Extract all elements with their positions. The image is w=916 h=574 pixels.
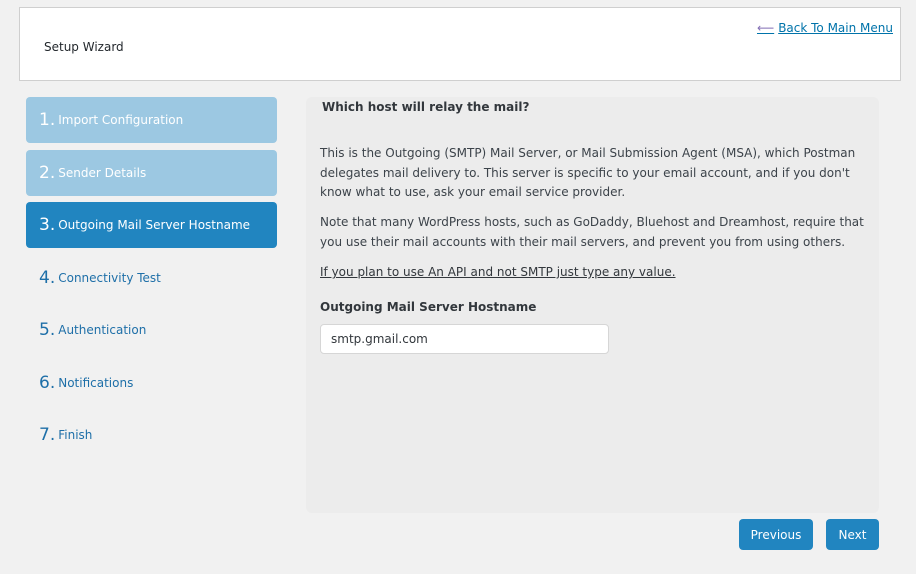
step-label: Finish [58,428,93,442]
next-button[interactable]: Next [826,519,879,550]
step-import-configuration[interactable]: 1. Import Configuration [26,97,277,143]
step-outgoing-mail-server-hostname[interactable]: 3. Outgoing Mail Server Hostname [26,202,277,248]
step-label: Authentication [58,323,147,337]
hostname-input[interactable] [320,324,609,354]
back-to-main-menu-link[interactable]: ⟵ Back To Main Menu [757,21,893,35]
hostname-field-label: Outgoing Mail Server Hostname [320,300,537,314]
step-number: 6. [39,372,56,393]
panel-heading: Which host will relay the mail? [322,100,530,114]
previous-button[interactable]: Previous [739,519,813,550]
wizard-header: Setup Wizard ⟵ Back To Main Menu [19,7,901,81]
arrow-left-icon: ⟵ [756,21,775,35]
description-paragraph: This is the Outgoing (SMTP) Mail Server,… [320,146,856,199]
step-finish[interactable]: 7. Finish [26,412,277,458]
step-label: Import Configuration [58,113,184,127]
api-hint-text: If you plan to use An API and not SMTP j… [320,265,676,279]
step-number: 7. [39,425,56,445]
step-label: Connectivity Test [58,270,161,285]
step-number: 5. [39,320,56,340]
step-number: 2. [39,162,56,183]
step-label: Outgoing Mail Server Hostname [58,218,251,232]
hosts-note-paragraph: Note that many WordPress hosts, such as … [320,215,864,249]
step-content-panel: Which host will relay the mail? This is … [306,97,879,513]
step-label: Sender Details [58,165,147,180]
back-link-label[interactable]: Back To Main Menu [778,21,893,35]
page-title: Setup Wizard [44,40,124,54]
step-number: 3. [39,215,56,235]
step-connectivity-test[interactable]: 4. Connectivity Test [26,255,277,301]
step-number: 4. [39,267,56,288]
step-label: Notifications [58,375,134,390]
step-sender-details[interactable]: 2. Sender Details [26,149,277,196]
step-authentication[interactable]: 5. Authentication [26,307,277,353]
step-notifications[interactable]: 6. Notifications [26,360,277,406]
step-number: 1. [39,110,56,130]
wizard-steps: 1. Import Configuration 2. Sender Detail… [26,97,277,465]
